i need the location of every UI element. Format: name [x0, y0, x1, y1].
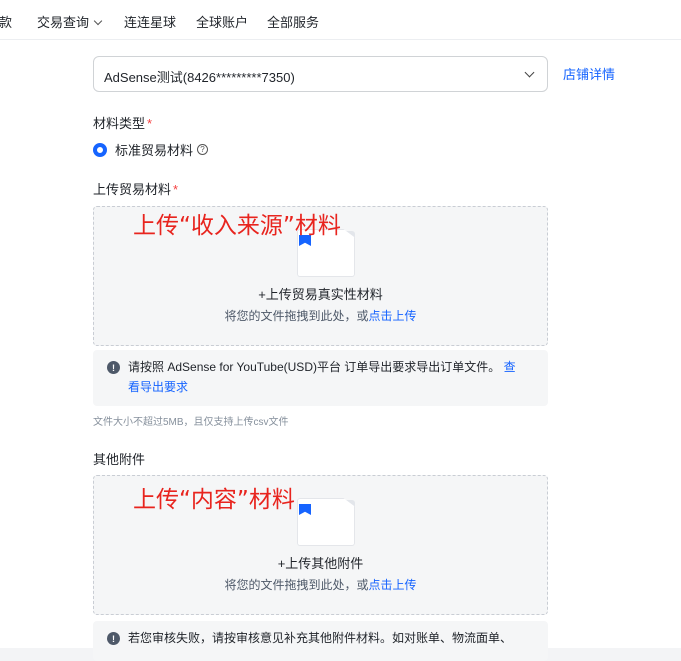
account-select-value: AdSense测试(8426*********7350) [104, 70, 295, 85]
view-export-requirements-link[interactable]: 查 [504, 360, 516, 374]
view-export-requirements-link-cont[interactable]: 看导出要求 [128, 380, 188, 394]
nav-item-partial[interactable]: 款 [0, 12, 12, 31]
nav-item-all-services[interactable]: 全部服务 [267, 12, 319, 31]
notice-text: 请按照 AdSense for YouTube(USD)平台 订单导出要求导出订… [128, 360, 501, 374]
top-navigation: 款 交易查询 连连星球 全球账户 全部服务 [0, 0, 681, 40]
info-icon: ! [107, 632, 120, 645]
upload-trade-label-text: 上传贸易材料 [93, 182, 172, 197]
chevron-down-icon [524, 67, 535, 78]
click-upload-link[interactable]: 点击上传 [369, 309, 417, 323]
material-type-label-text: 材料类型 [93, 116, 146, 131]
upload-file-icon [297, 498, 359, 546]
material-type-label: 材料类型 * [93, 113, 152, 132]
file-size-hint: 文件大小不超过5MB，且仅支持上传csv文件 [93, 417, 289, 428]
form-page: AdSense测试(8426*********7350) 店铺详情 材料类型 * … [0, 40, 681, 661]
nav-item-label: 交易查询 [37, 15, 90, 30]
other-attachments-label: 其他附件 [93, 452, 146, 467]
radio-selected-icon[interactable] [93, 142, 107, 157]
store-details-link[interactable]: 店铺详情 [563, 64, 615, 83]
required-mark: * [173, 182, 179, 197]
content-material-annotation: 上传“内容”材料 [133, 487, 295, 513]
audit-failure-notice: ! 若您审核失败，请按审核意见补充其他附件材料。如对账单、物流面单、 [93, 621, 548, 661]
export-requirement-notice: ! 请按照 AdSense for YouTube(USD)平台 订单导出要求导… [93, 350, 548, 406]
upload-trade-label: 上传贸易材料 * [93, 179, 178, 198]
click-upload-link[interactable]: 点击上传 [369, 578, 417, 592]
account-select[interactable]: AdSense测试(8426*********7350) [93, 56, 548, 92]
drag-hint-text: 将您的文件拖拽到此处，或 [224, 578, 369, 592]
notice-text: 若您审核失败，请按审核意见补充其他附件材料。如对账单、物流面单、 [128, 631, 513, 645]
drag-hint: 将您的文件拖拽到此处，或点击上传 [94, 307, 547, 324]
nav-item-lianlian-planet[interactable]: 连连星球 [124, 12, 176, 31]
nav-item-global-account[interactable]: 全球账户 [196, 12, 248, 31]
radio-label: 标准贸易材料 [115, 143, 194, 158]
chevron-down-icon [93, 16, 103, 26]
nav-item-transaction-query[interactable]: 交易查询 [37, 12, 103, 31]
material-type-radio[interactable]: 标准贸易材料 ? [93, 140, 209, 159]
required-mark: * [147, 116, 153, 131]
other-upload-title: +上传其他附件 [277, 556, 364, 571]
drag-hint: 将您的文件拖拽到此处，或点击上传 [94, 576, 547, 593]
drag-hint-text: 将您的文件拖拽到此处，或 [224, 309, 369, 323]
help-icon[interactable]: ? [197, 144, 209, 155]
income-source-annotation: 上传“收入来源”材料 [133, 213, 341, 239]
trade-upload-title: +上传贸易真实性材料 [258, 287, 383, 302]
info-icon: ! [107, 361, 120, 374]
